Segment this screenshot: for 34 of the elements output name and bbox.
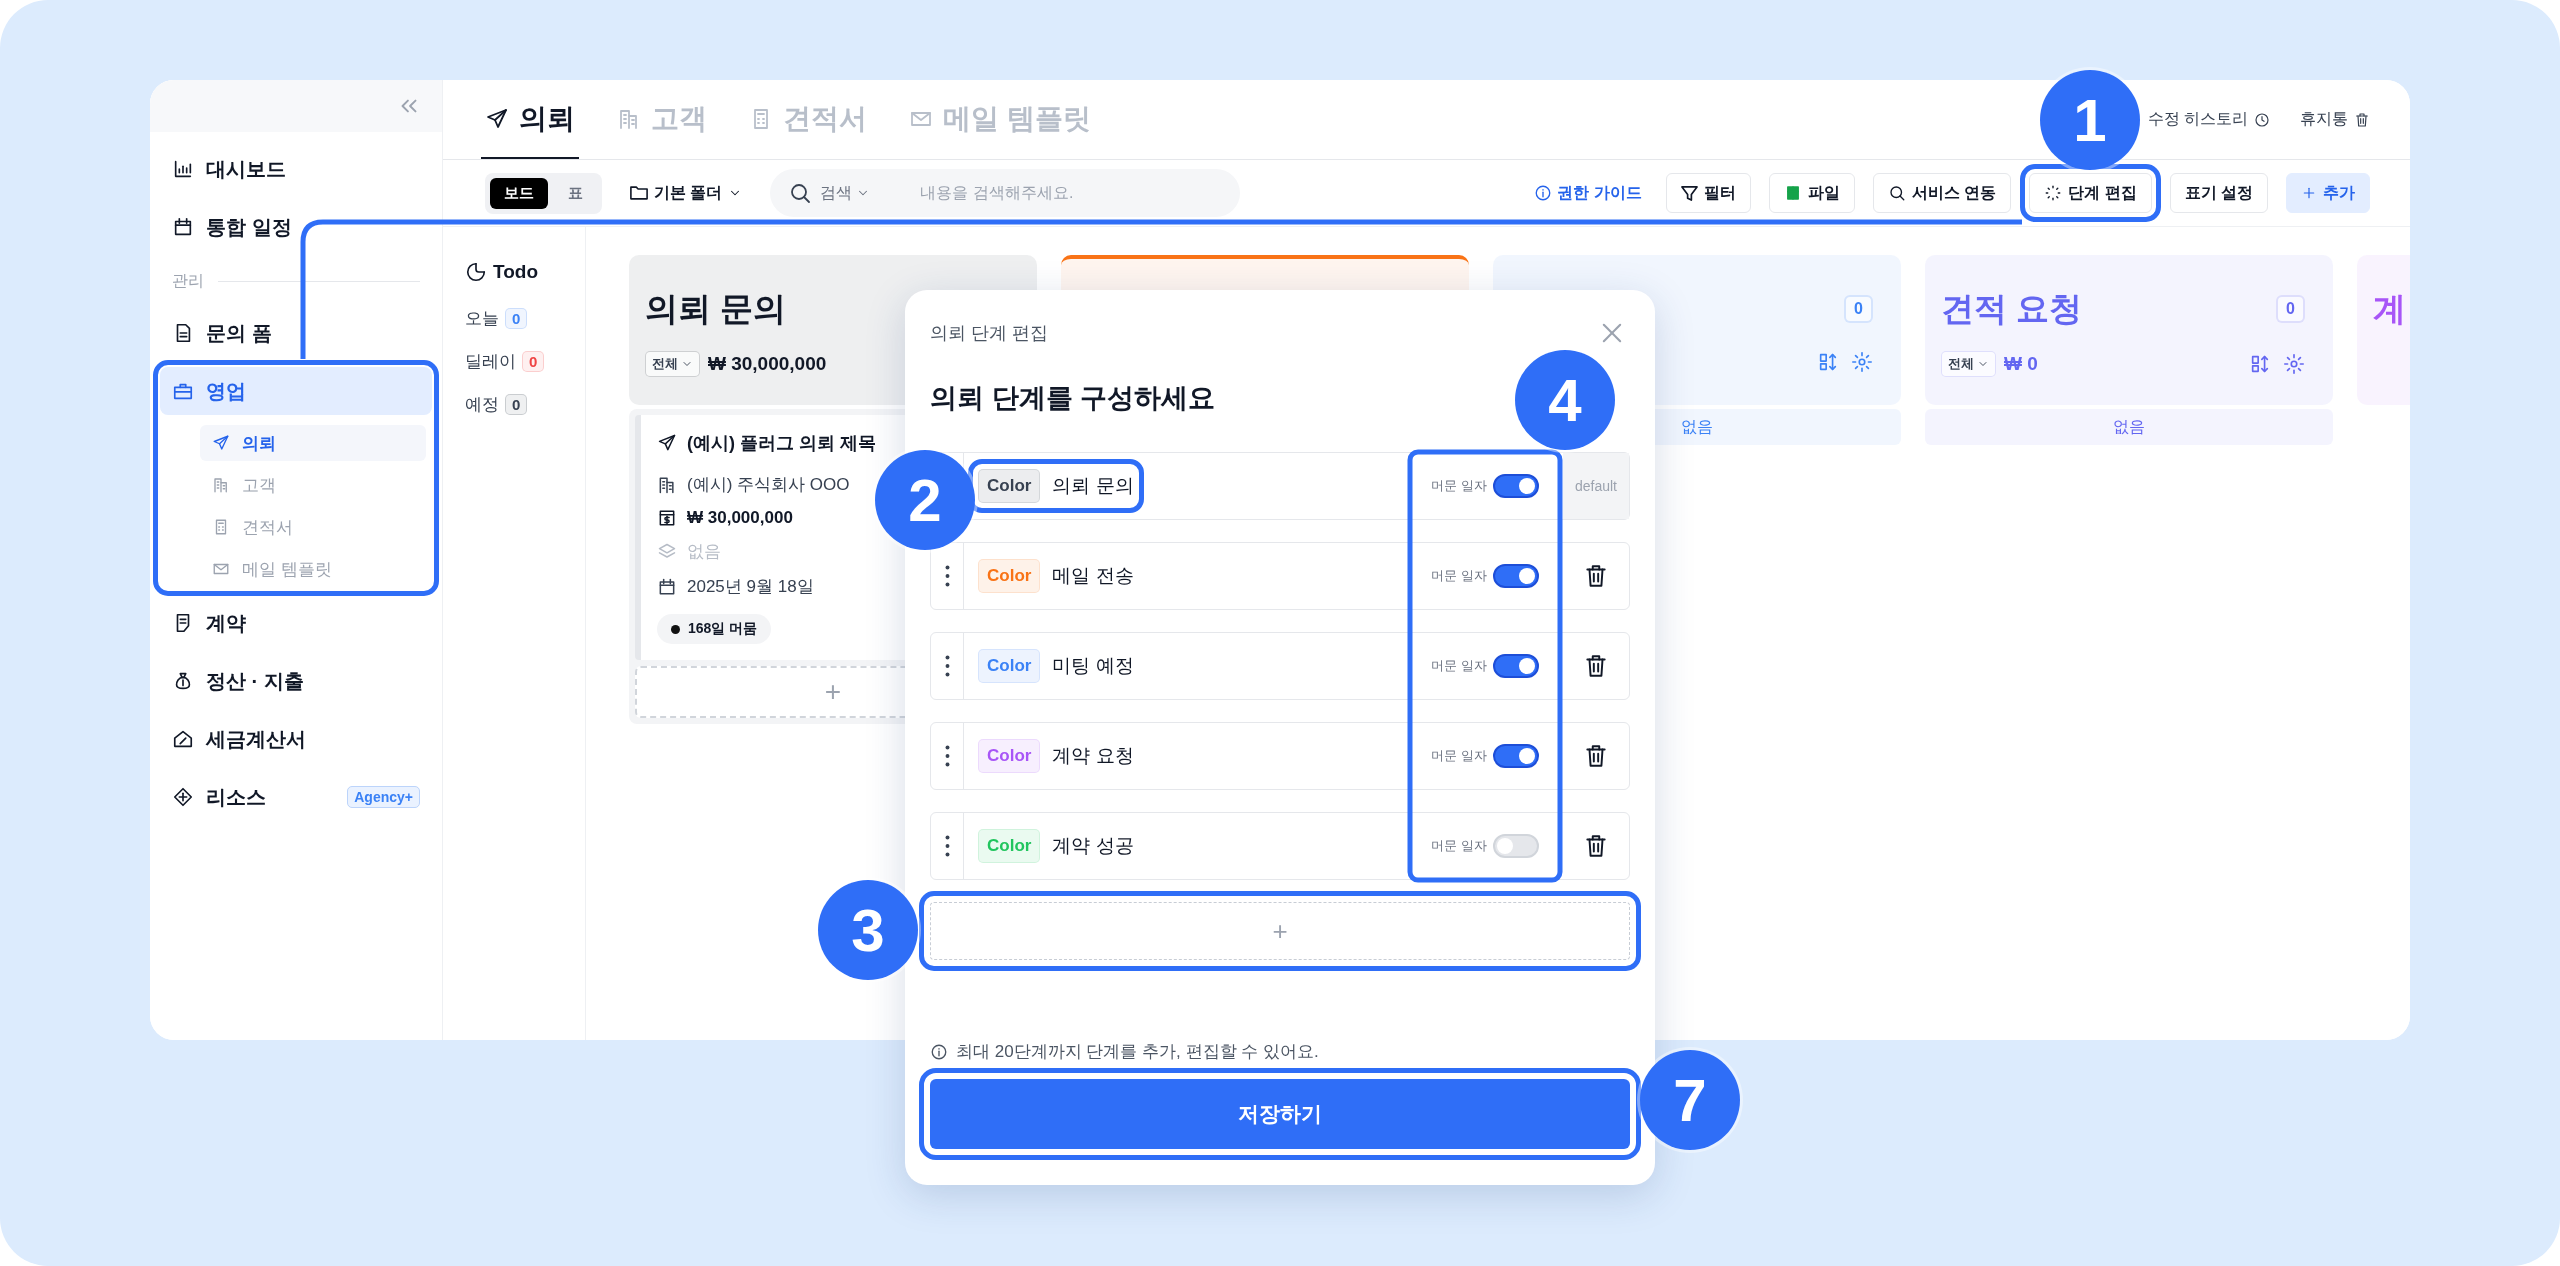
section-label: 관리 [172, 270, 204, 291]
count-badge: 0 [505, 394, 528, 415]
stay-text: 168일 머뭄 [688, 620, 758, 638]
count-badge: 0 [522, 351, 545, 372]
stay-label: 머문 일자 [1431, 477, 1487, 495]
column-amount: ₩ 0 [2004, 353, 2038, 375]
card-title: (예시) 플러그 의뢰 제목 [687, 432, 876, 455]
stay-label: 머문 일자 [1431, 567, 1487, 585]
stage-name: 의뢰 문의 [1052, 474, 1134, 498]
card-amount: ₩ 30,000,000 [687, 508, 793, 528]
dialog-title: 의뢰 단계 편집 [930, 322, 1048, 345]
count-badge: 0 [505, 308, 528, 329]
default-label: default [1563, 453, 1629, 519]
stay-label: 머문 일자 [1431, 657, 1487, 675]
company-name: (예시) 주식회사 OOO [687, 474, 850, 496]
stay-label: 머문 일자 [1431, 837, 1487, 855]
column-title: 의뢰 문의 [645, 288, 787, 329]
stay-label: 머문 일자 [1431, 747, 1487, 765]
empty-state: 없음 [1925, 409, 2333, 445]
todo-title: Todo [493, 261, 538, 283]
stage-name: 계약 성공 [1052, 834, 1134, 858]
column-amount: ₩ 30,000,000 [708, 353, 827, 375]
card-date: 2025년 9월 18일 [687, 576, 814, 598]
card-tag: 없음 [687, 540, 721, 563]
dialog-heading: 의뢰 단계를 구성하세요 [930, 382, 1215, 415]
count-badge: 0 [1844, 295, 1873, 323]
column-title: 견적 요청 [1941, 288, 2083, 329]
stage-name: 계약 요청 [1052, 744, 1134, 768]
column-title: 계 [2373, 288, 2406, 329]
info-note: 최대 20단계까지 단계를 추가, 편집할 수 있어요. [956, 1041, 1319, 1063]
stage-name: 메일 전송 [1052, 564, 1134, 588]
stage-name: 미팅 예정 [1052, 654, 1134, 678]
plan-badge: Agency+ [347, 786, 420, 808]
count-badge: 0 [2276, 295, 2305, 323]
